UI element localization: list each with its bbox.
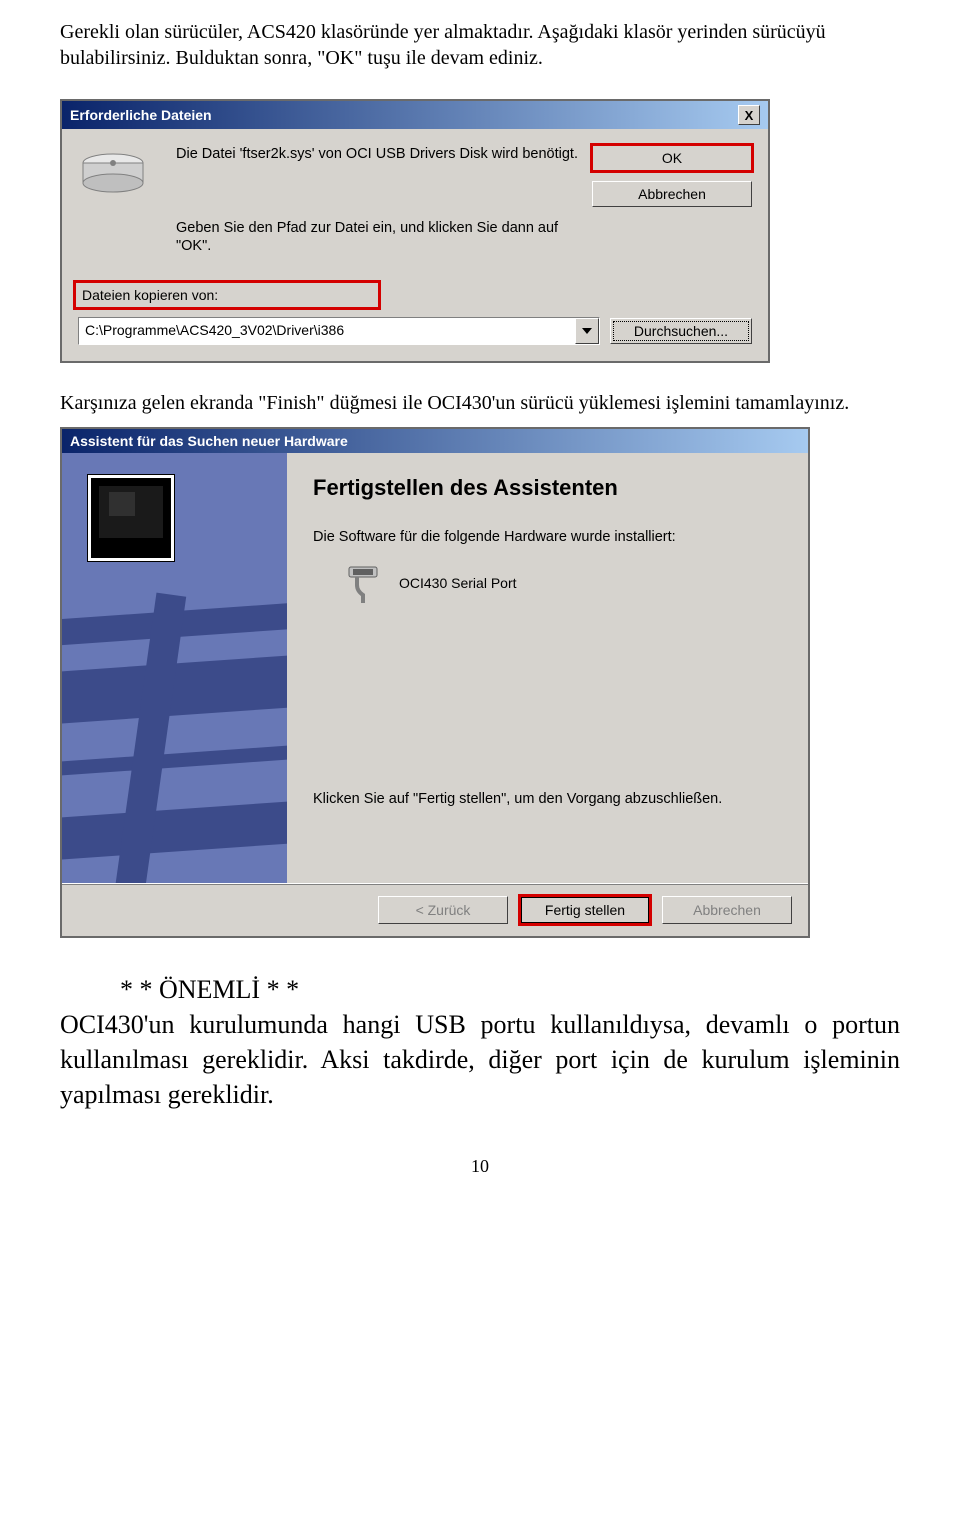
required-files-dialog: Erforderliche Dateien X Die Datei 'ftser… [60,99,770,363]
dialog-message-1: Die Datei 'ftser2k.sys' von OCI USB Driv… [176,145,582,163]
wizard-heading: Fertigstellen des Assistenten [313,475,782,501]
finish-button[interactable]: Fertig stellen [520,896,650,924]
hardware-name: OCI430 Serial Port [399,575,517,591]
note-title: * * ÖNEMLİ * * [120,975,299,1004]
dialog-message-2: Geben Sie den Pfad zur Datei ein, und kl… [176,219,582,255]
path-combobox[interactable]: C:\Programme\ACS420_3V02\Driver\i386 [78,317,600,345]
wizard-cancel-button: Abbrechen [662,896,792,924]
path-value: C:\Programme\ACS420_3V02\Driver\i386 [79,318,575,344]
dialog-titlebar: Erforderliche Dateien X [62,101,768,129]
wizard-instruction: Klicken Sie auf "Fertig stellen", um den… [313,791,782,807]
ok-button[interactable]: OK [592,145,752,171]
computer-icon [88,475,174,561]
wizard-subtext: Die Software für die folgende Hardware w… [313,529,782,545]
page-number: 10 [60,1156,900,1177]
wizard-titlebar: Assistent für das Suchen neuer Hardware [62,429,808,453]
wizard-sidebar [62,453,287,883]
mid-paragraph: Karşınıza gelen ekranda "Finish" düğmesi… [60,391,900,417]
wizard-footer: < Zurück Fertig stellen Abbrechen [62,883,808,936]
serial-port-icon [343,563,385,603]
note-body: OCI430'un kurulumunda hangi USB portu ku… [60,1010,900,1109]
dialog-title: Erforderliche Dateien [70,107,738,123]
close-icon[interactable]: X [738,105,760,125]
important-note: * * ÖNEMLİ * * OCI430'un kurulumunda han… [60,972,900,1112]
cancel-button[interactable]: Abbrechen [592,181,752,207]
browse-button[interactable]: Durchsuchen... [610,318,752,344]
intro-paragraph: Gerekli olan sürücüler, ACS420 klasöründ… [60,20,900,71]
harddisk-icon [78,145,148,195]
chevron-down-icon[interactable] [575,318,599,344]
copy-from-label: Dateien kopieren von: [78,285,376,305]
back-button: < Zurück [378,896,508,924]
hardware-wizard-dialog: Assistent für das Suchen neuer Hardware … [60,427,810,938]
